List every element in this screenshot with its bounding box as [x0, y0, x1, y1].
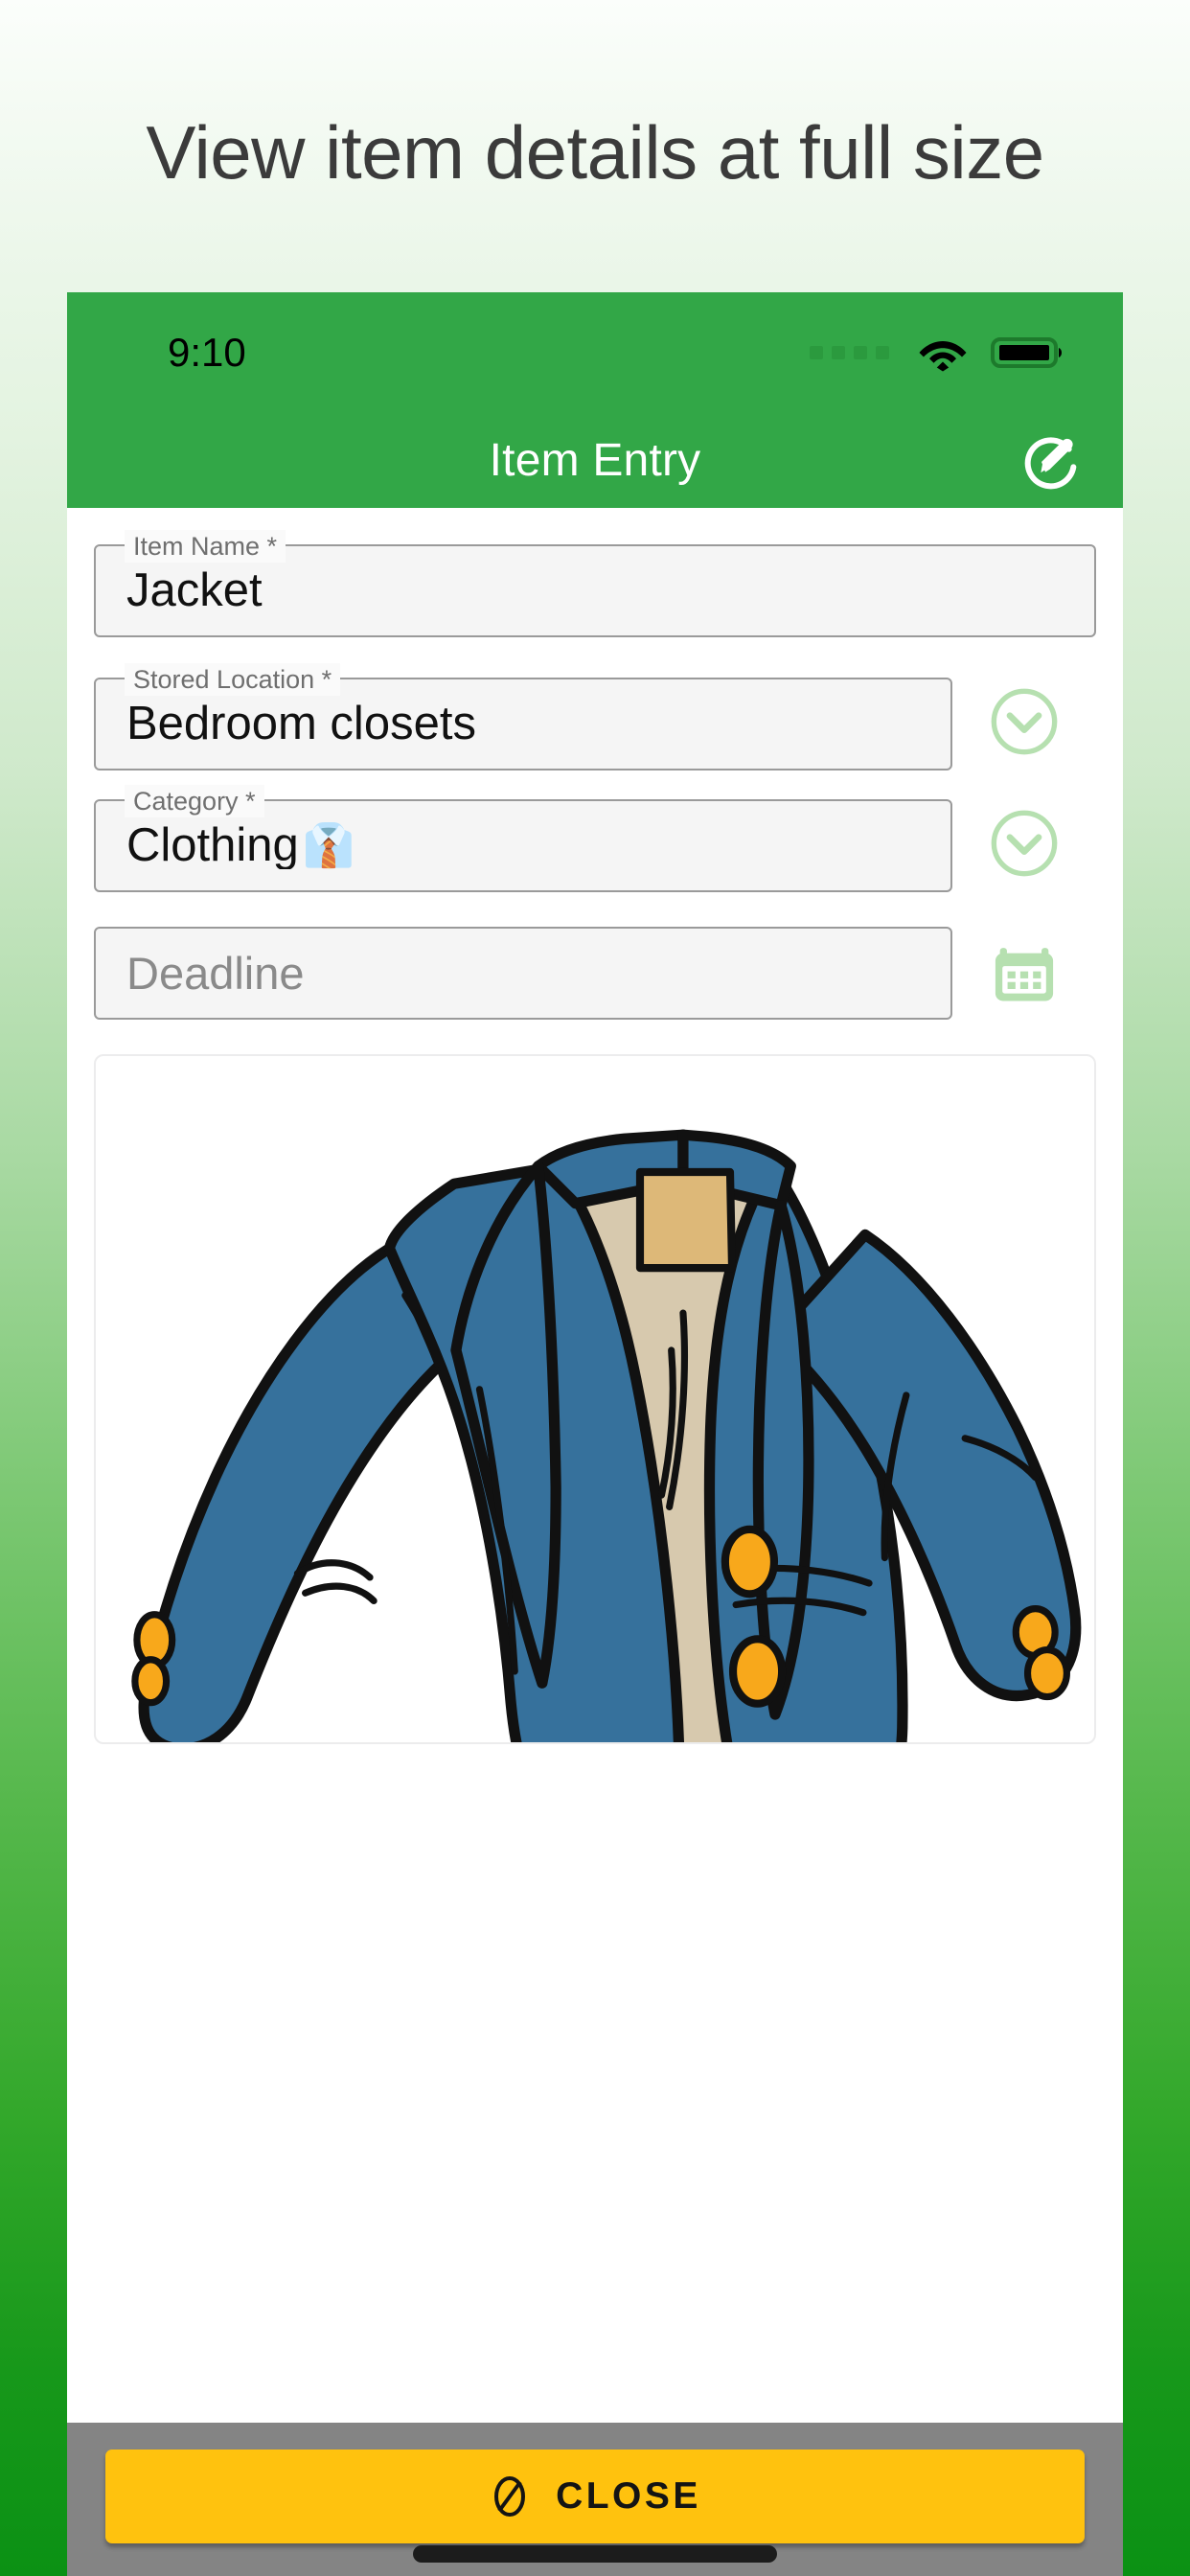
category-input[interactable]: Category * Clothing 👔: [94, 785, 952, 892]
stored-location-label: Stored Location *: [125, 663, 341, 696]
headline-text: View item details at full size: [146, 109, 1044, 195]
chevron-down-circle-icon[interactable]: [952, 685, 1096, 758]
item-name-input[interactable]: Item Name * Jacket: [94, 530, 1096, 637]
category-value-text: Clothing: [126, 822, 299, 869]
field-row-item-name: Item Name * Jacket: [67, 530, 1123, 637]
category-value: Clothing 👔: [96, 822, 355, 869]
phone-screenshot-frame: 9:10 Item Entry Item Name * Jacket Store…: [67, 292, 1123, 2576]
status-bar: 9:10: [67, 292, 1123, 412]
jacket-illustration: [131, 1129, 1082, 1742]
headline-banner: View item details at full size: [0, 0, 1190, 288]
field-row-stored-location: Stored Location * Bedroom closets: [67, 663, 1123, 770]
edit-pencil-circle-icon[interactable]: [1008, 417, 1094, 503]
status-bar-icons: [810, 334, 1065, 372]
stored-location-input[interactable]: Stored Location * Bedroom closets: [94, 663, 952, 770]
field-row-deadline: Deadline: [67, 927, 1123, 1020]
ban-circle-icon: [489, 2475, 531, 2518]
item-entry-form: Item Name * Jacket Stored Location * Bed…: [67, 530, 1123, 2576]
home-indicator[interactable]: [413, 2545, 777, 2563]
wifi-icon: [918, 334, 968, 372]
signal-dots-icon: [810, 345, 889, 359]
close-button-label: CLOSE: [556, 2475, 701, 2517]
stored-location-value: Bedroom closets: [126, 701, 476, 748]
battery-full-icon: [991, 334, 1065, 372]
category-label: Category *: [125, 785, 264, 817]
chevron-down-circle-icon[interactable]: [952, 807, 1096, 880]
item-name-value: Jacket: [126, 567, 263, 614]
item-image-preview[interactable]: [94, 1054, 1096, 1744]
item-name-label: Item Name *: [125, 530, 286, 563]
status-bar-time: 9:10: [168, 329, 246, 375]
close-button[interactable]: CLOSE: [105, 2450, 1085, 2543]
calendar-icon[interactable]: [952, 937, 1096, 1010]
bottom-action-bar: CLOSE: [67, 2423, 1123, 2576]
app-bar-title: Item Entry: [489, 434, 701, 486]
deadline-input[interactable]: Deadline: [94, 927, 952, 1020]
app-bar: Item Entry: [67, 412, 1123, 508]
necktie-icon: 👔: [302, 822, 355, 869]
field-row-category: Category * Clothing 👔: [67, 785, 1123, 892]
deadline-placeholder: Deadline: [126, 948, 305, 999]
